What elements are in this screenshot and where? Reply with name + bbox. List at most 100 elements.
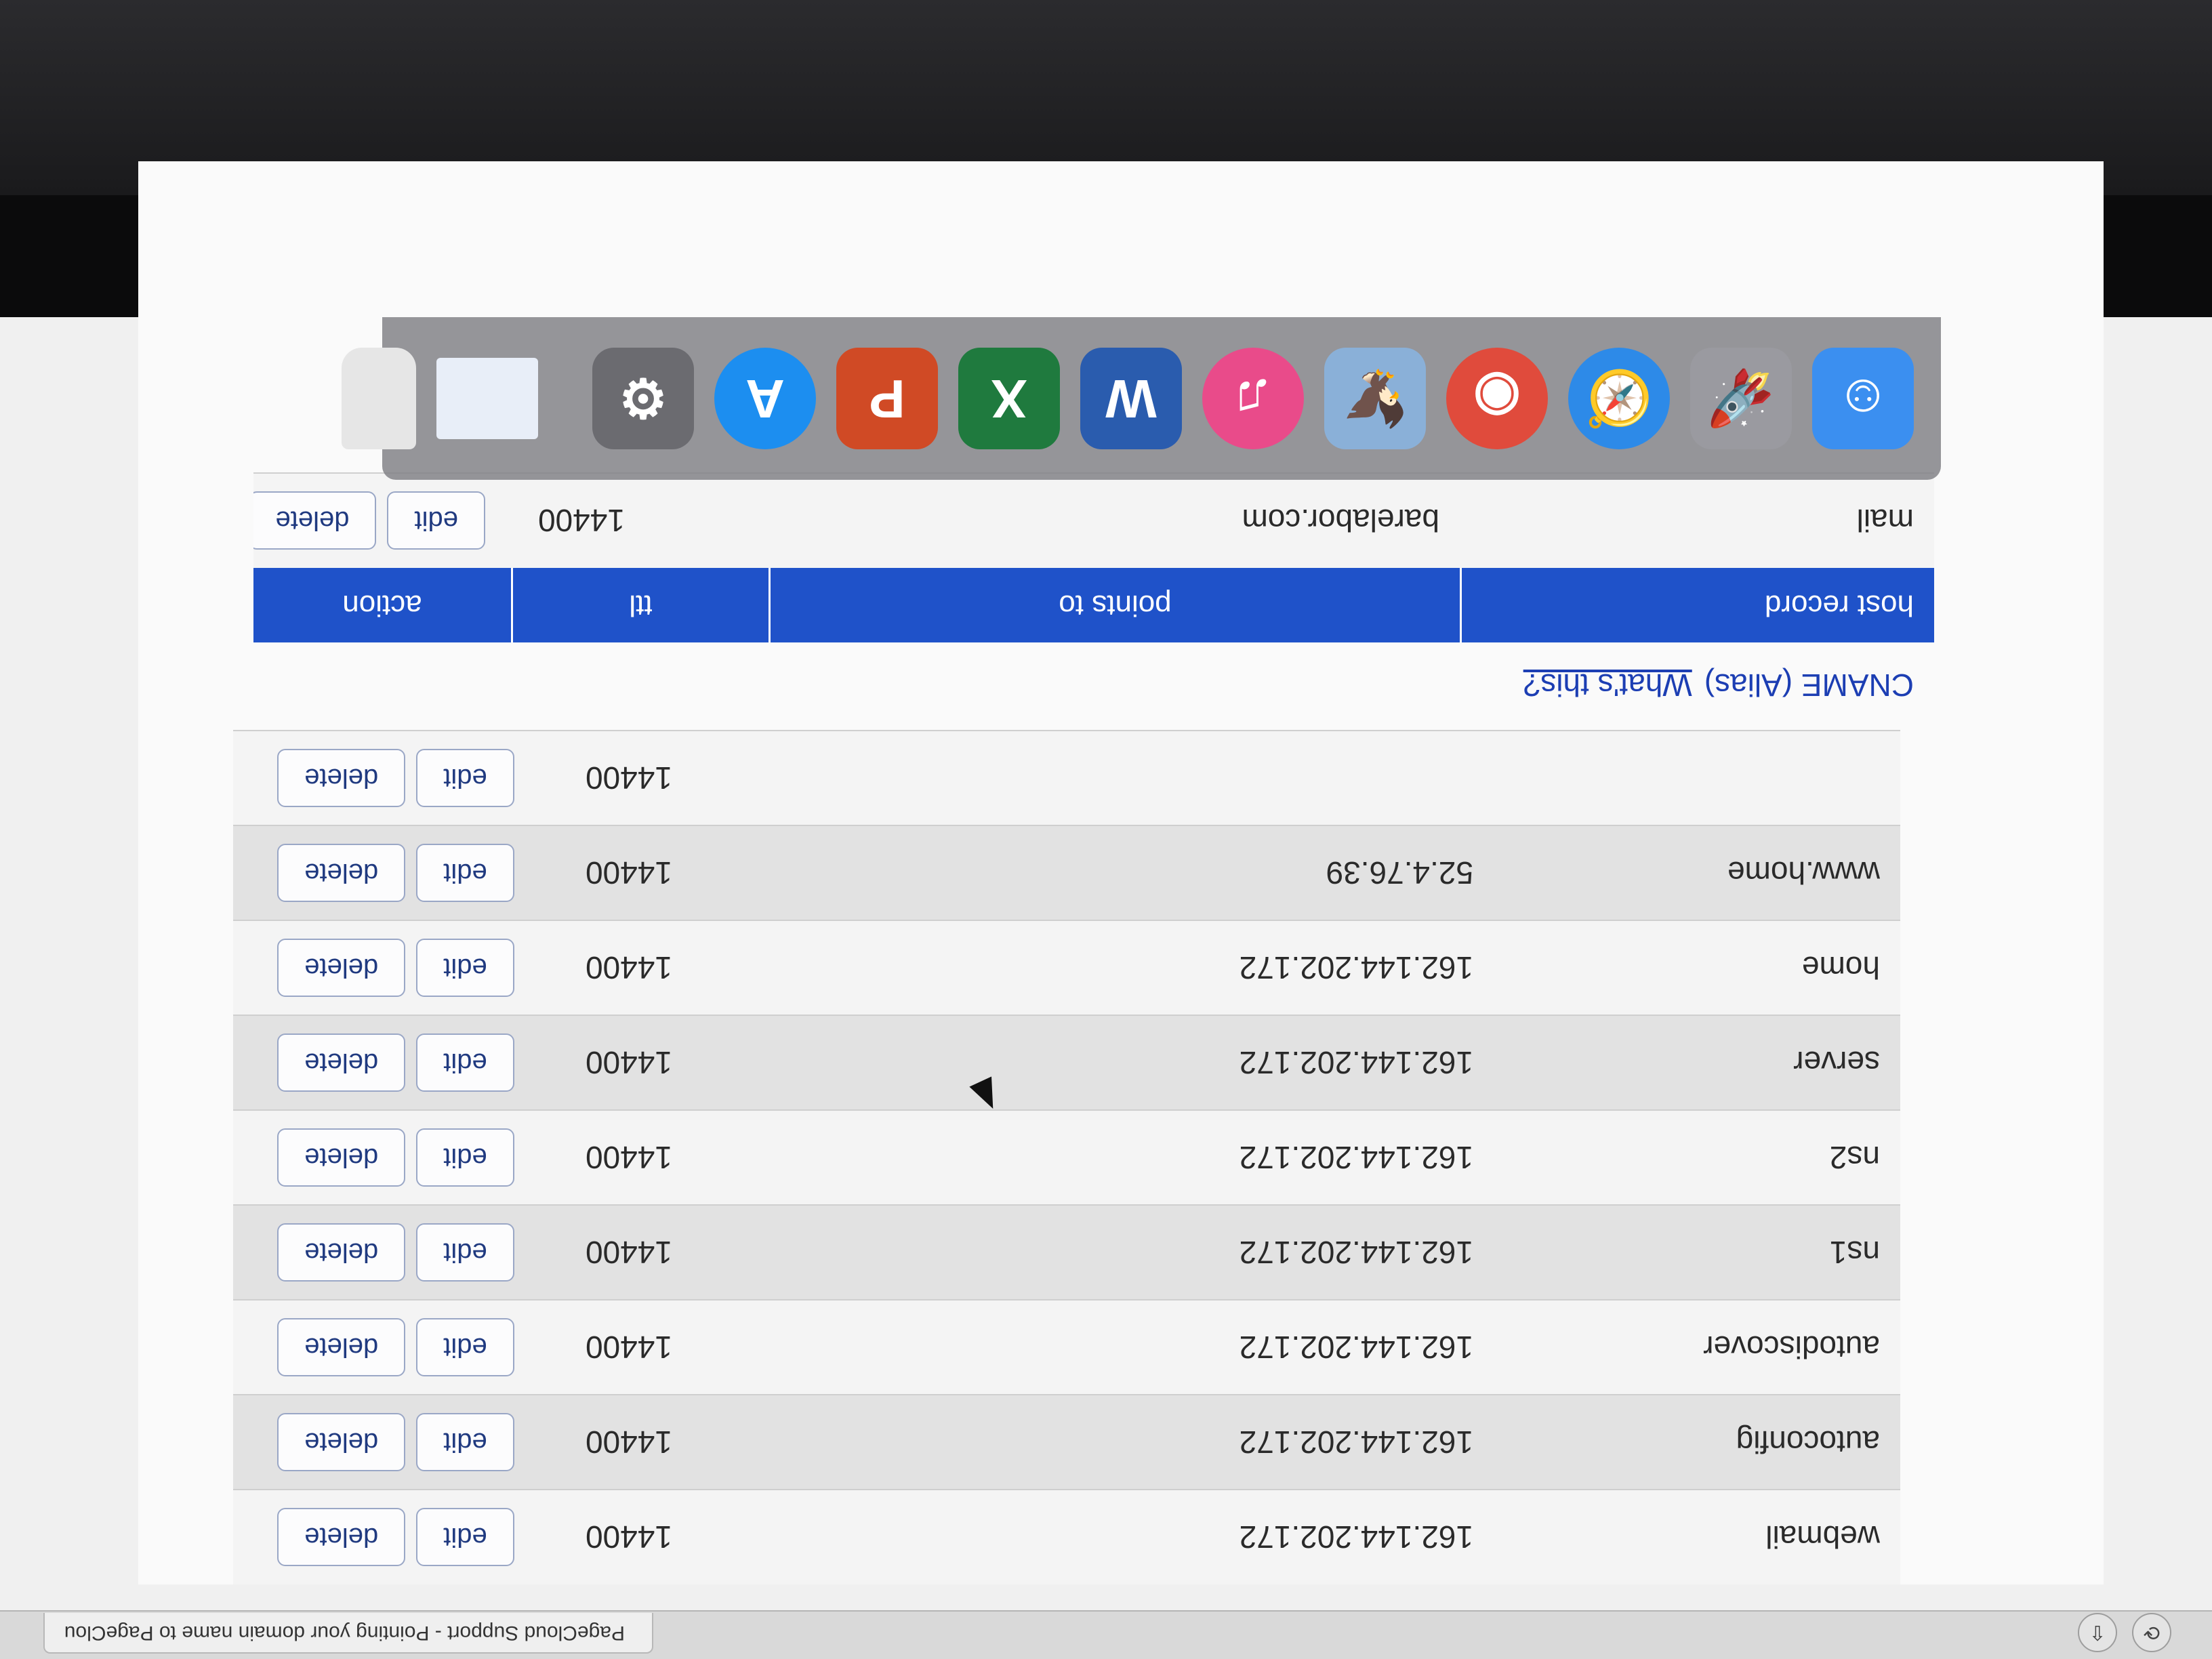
table-row: www.home 52.4.76.39 14400 editdelete: [233, 825, 1900, 920]
action-cell: editdelete: [233, 1205, 558, 1300]
finder-icon[interactable]: ☺: [1812, 348, 1914, 449]
safari-glyph: 🧭: [1585, 369, 1653, 429]
action-cell: editdelete: [233, 1015, 558, 1110]
host-cell: webmail: [1494, 1490, 1900, 1584]
delete-button[interactable]: delete: [253, 491, 377, 550]
ttl-cell: 14400: [511, 473, 769, 568]
table-row: server 162.144.202.172 14400 editdelete: [233, 1015, 1900, 1110]
app-store-icon[interactable]: A: [714, 348, 816, 449]
host-cell: www.home: [1494, 825, 1900, 920]
action-cell: editdelete: [233, 825, 558, 920]
delete-button[interactable]: delete: [277, 939, 406, 997]
edit-button[interactable]: edit: [387, 491, 485, 550]
ttl-cell: 14400: [558, 1490, 816, 1584]
column-header-action[interactable]: action: [253, 568, 511, 642]
delete-button[interactable]: delete: [277, 844, 406, 902]
photo-scene: ☼ F2 ⊟ F3 ⊞ F4 ⁘ F5 ⟳ ⇧ PageCloud Suppor…: [0, 0, 2212, 1659]
delete-button[interactable]: delete: [277, 1508, 406, 1567]
finder-glyph: ☺: [1835, 369, 1891, 429]
table-row: mail barelabor.com 14400 editdelete: [253, 473, 1934, 568]
action-cell: editdelete: [253, 473, 511, 568]
table-row: ns1 162.144.202.172 14400 editdelete: [233, 1205, 1900, 1300]
delete-button[interactable]: delete: [277, 1413, 406, 1471]
delete-button[interactable]: delete: [277, 1128, 406, 1187]
edit-button[interactable]: edit: [416, 1318, 514, 1376]
host-cell: ns1: [1494, 1205, 1900, 1300]
points-to-cell: 162.144.202.172: [816, 1110, 1494, 1205]
column-header-ttl[interactable]: ttl: [511, 568, 769, 642]
edit-button[interactable]: edit: [416, 1033, 514, 1092]
preview-icon[interactable]: 🦅: [1324, 348, 1426, 449]
host-cell: [1494, 731, 1900, 825]
system-preferences-glyph: ⚙: [619, 368, 668, 429]
app-store-glyph: A: [745, 369, 785, 429]
host-cell: home: [1494, 920, 1900, 1015]
trash-icon[interactable]: [342, 348, 416, 449]
delete-button[interactable]: delete: [277, 1318, 406, 1376]
ttl-cell: 14400: [558, 1205, 816, 1300]
cname-title: CNAME (Alias): [1704, 668, 1914, 703]
word-icon[interactable]: W: [1080, 348, 1182, 449]
delete-button[interactable]: delete: [277, 1223, 406, 1282]
action-cell: editdelete: [233, 1300, 558, 1395]
launchpad-glyph: 🚀: [1707, 369, 1775, 429]
points-to-cell: barelabor.com: [769, 473, 1460, 568]
chrome-glyph: ◉: [1473, 368, 1521, 429]
browser-tab-bar: ⟳ ⇧ PageCloud Support - Pointing your do…: [0, 1610, 2212, 1659]
reload-icon[interactable]: ⟳: [2132, 1613, 2171, 1652]
whats-this-link[interactable]: What's this?: [1523, 668, 1692, 703]
delete-button[interactable]: delete: [277, 1033, 406, 1092]
word-glyph: W: [1105, 369, 1157, 429]
action-cell: editdelete: [233, 1395, 558, 1490]
ttl-cell: 14400: [558, 1395, 816, 1490]
edit-button[interactable]: edit: [416, 1413, 514, 1471]
excel-glyph: X: [991, 369, 1027, 429]
edit-button[interactable]: edit: [416, 844, 514, 902]
column-header-points-to[interactable]: points to: [769, 568, 1460, 642]
points-to-cell: 162.144.202.172: [816, 1395, 1494, 1490]
edit-button[interactable]: edit: [416, 1508, 514, 1567]
action-cell: editdelete: [233, 1490, 558, 1584]
edit-button[interactable]: edit: [416, 939, 514, 997]
safari-icon[interactable]: 🧭: [1568, 348, 1670, 449]
excel-icon[interactable]: X: [958, 348, 1060, 449]
action-cell: editdelete: [233, 1110, 558, 1205]
laptop-screen: ⟳ ⇧ PageCloud Support - Pointing your do…: [0, 161, 2212, 1659]
points-to-cell: 162.144.202.172: [816, 1205, 1494, 1300]
system-preferences-icon[interactable]: ⚙: [592, 348, 694, 449]
macos-dock: ☺ 🚀 🧭 ◉ 🦅 ♫ W X P A ⚙: [342, 317, 1941, 480]
points-to-cell: [816, 731, 1494, 825]
chrome-icon[interactable]: ◉: [1446, 348, 1548, 449]
host-cell: autodiscover: [1494, 1300, 1900, 1395]
host-cell: ns2: [1494, 1110, 1900, 1205]
preview-glyph: 🦅: [1341, 369, 1409, 429]
edit-button[interactable]: edit: [416, 1223, 514, 1282]
host-cell: mail: [1460, 473, 1934, 568]
browser-tab[interactable]: PageCloud Support - Pointing your domain…: [43, 1613, 653, 1654]
powerpoint-icon[interactable]: P: [836, 348, 938, 449]
cname-table: mail barelabor.com 14400 editdelete: [253, 472, 1934, 568]
a-records-table: webmail 162.144.202.172 14400 editdelete…: [233, 730, 1900, 1584]
points-to-cell: 162.144.202.172: [816, 1490, 1494, 1584]
column-header-host[interactable]: host record: [1460, 568, 1934, 642]
ttl-cell: 14400: [558, 1300, 816, 1395]
safari-window-thumbnail-icon[interactable]: [436, 358, 538, 439]
upload-icon[interactable]: ⇧: [2078, 1613, 2117, 1652]
itunes-icon[interactable]: ♫: [1202, 348, 1304, 449]
ttl-cell: 14400: [558, 920, 816, 1015]
delete-button[interactable]: delete: [277, 749, 406, 807]
edit-button[interactable]: edit: [416, 749, 514, 807]
table-row: autoconfig 162.144.202.172 14400 editdel…: [233, 1395, 1900, 1490]
ttl-cell: 14400: [558, 731, 816, 825]
edit-button[interactable]: edit: [416, 1128, 514, 1187]
table-row: autodiscover 162.144.202.172 14400 editd…: [233, 1300, 1900, 1395]
points-to-cell: 162.144.202.172: [816, 1300, 1494, 1395]
table-row: home 162.144.202.172 14400 editdelete: [233, 920, 1900, 1015]
tab-title: PageCloud Support - Pointing your domain…: [64, 1622, 625, 1644]
host-cell: server: [1494, 1015, 1900, 1110]
points-to-cell: 162.144.202.172: [816, 920, 1494, 1015]
host-cell: autoconfig: [1494, 1395, 1900, 1490]
ttl-cell: 14400: [558, 1015, 816, 1110]
ttl-cell: 14400: [558, 1110, 816, 1205]
launchpad-icon[interactable]: 🚀: [1690, 348, 1792, 449]
